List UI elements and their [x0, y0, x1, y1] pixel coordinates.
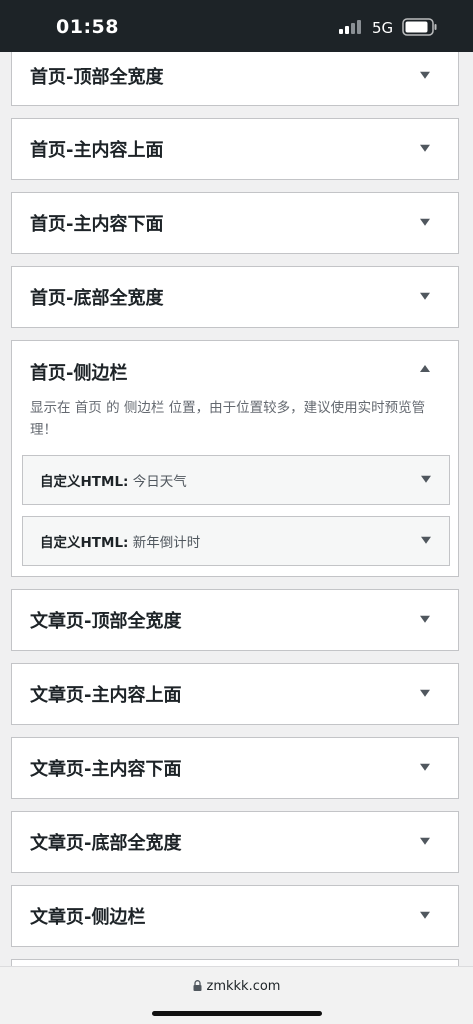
section-post-content-top[interactable]: 文章页-主内容上面 — [11, 663, 459, 725]
widget-label: 自定义HTML: 新年倒计时 — [40, 531, 200, 551]
chevron-up-icon[interactable] — [420, 365, 430, 372]
chevron-down-icon[interactable] — [420, 615, 430, 623]
section-title: 首页-底部全宽度 — [30, 288, 164, 309]
network-label: 5G — [372, 19, 394, 37]
section-home-bottom-full-width[interactable]: 首页-底部全宽度 — [11, 266, 459, 328]
section-post-bottom-full-width[interactable]: 文章页-底部全宽度 — [11, 811, 459, 873]
chevron-down-icon[interactable] — [420, 689, 430, 697]
battery-icon — [402, 18, 437, 36]
browser-bottom-bar: zmkkk.com — [0, 966, 473, 1024]
status-time: 01:58 — [56, 16, 119, 38]
chevron-down-icon[interactable] — [420, 71, 430, 79]
section-title[interactable]: 首页-侧边栏 — [30, 359, 127, 385]
url-text: zmkkk.com — [206, 979, 281, 994]
section-description: 显示在 首页 的 侧边栏 位置，由于位置较多，建议使用实时预览管理！ — [30, 400, 426, 438]
lock-icon — [193, 980, 201, 991]
section-title: 文章页-顶部全宽度 — [30, 611, 182, 632]
chevron-down-icon[interactable] — [421, 536, 431, 544]
section-title: 文章页-侧边栏 — [30, 907, 146, 928]
status-bar: 01:58 5G — [0, 0, 473, 52]
section-title: 首页-顶部全宽度 — [30, 67, 164, 88]
address-bar[interactable]: zmkkk.com — [0, 979, 473, 994]
chevron-down-icon[interactable] — [420, 837, 430, 845]
signal-icon — [339, 20, 361, 34]
widget-name: 新年倒计时 — [132, 535, 201, 551]
widget-areas-list: 首页-顶部全宽度 首页-主内容上面 首页-主内容下面 首页-底部全宽度 首页-侧… — [0, 52, 473, 972]
section-title: 首页-主内容下面 — [30, 214, 164, 235]
widget-name: 今日天气 — [132, 474, 187, 490]
widget-label: 自定义HTML: 今日天气 — [40, 470, 187, 490]
widget-type: 自定义HTML: — [40, 535, 129, 551]
section-title: 文章页-主内容下面 — [30, 759, 182, 780]
home-indicator — [152, 1011, 322, 1016]
chevron-down-icon[interactable] — [420, 292, 430, 300]
section-title: 首页-主内容上面 — [30, 140, 164, 161]
section-post-sidebar[interactable]: 文章页-侧边栏 — [11, 885, 459, 947]
section-home-top-full-width[interactable]: 首页-顶部全宽度 — [11, 52, 459, 106]
section-home-sidebar: 首页-侧边栏 显示在 首页 的 侧边栏 位置，由于位置较多，建议使用实时预览管理… — [11, 340, 459, 577]
chevron-down-icon[interactable] — [420, 218, 430, 226]
section-title: 文章页-主内容上面 — [30, 685, 182, 706]
section-title: 文章页-底部全宽度 — [30, 833, 182, 854]
widget-item[interactable]: 自定义HTML: 今日天气 — [22, 455, 450, 505]
section-post-top-full-width[interactable]: 文章页-顶部全宽度 — [11, 589, 459, 651]
section-post-content-bottom[interactable]: 文章页-主内容下面 — [11, 737, 459, 799]
chevron-down-icon[interactable] — [420, 144, 430, 152]
chevron-down-icon[interactable] — [420, 763, 430, 771]
widget-item[interactable]: 自定义HTML: 新年倒计时 — [22, 516, 450, 566]
section-home-content-bottom[interactable]: 首页-主内容下面 — [11, 192, 459, 254]
section-home-content-top[interactable]: 首页-主内容上面 — [11, 118, 459, 180]
chevron-down-icon[interactable] — [420, 911, 430, 919]
widget-type: 自定义HTML: — [40, 474, 129, 490]
chevron-down-icon[interactable] — [421, 475, 431, 483]
